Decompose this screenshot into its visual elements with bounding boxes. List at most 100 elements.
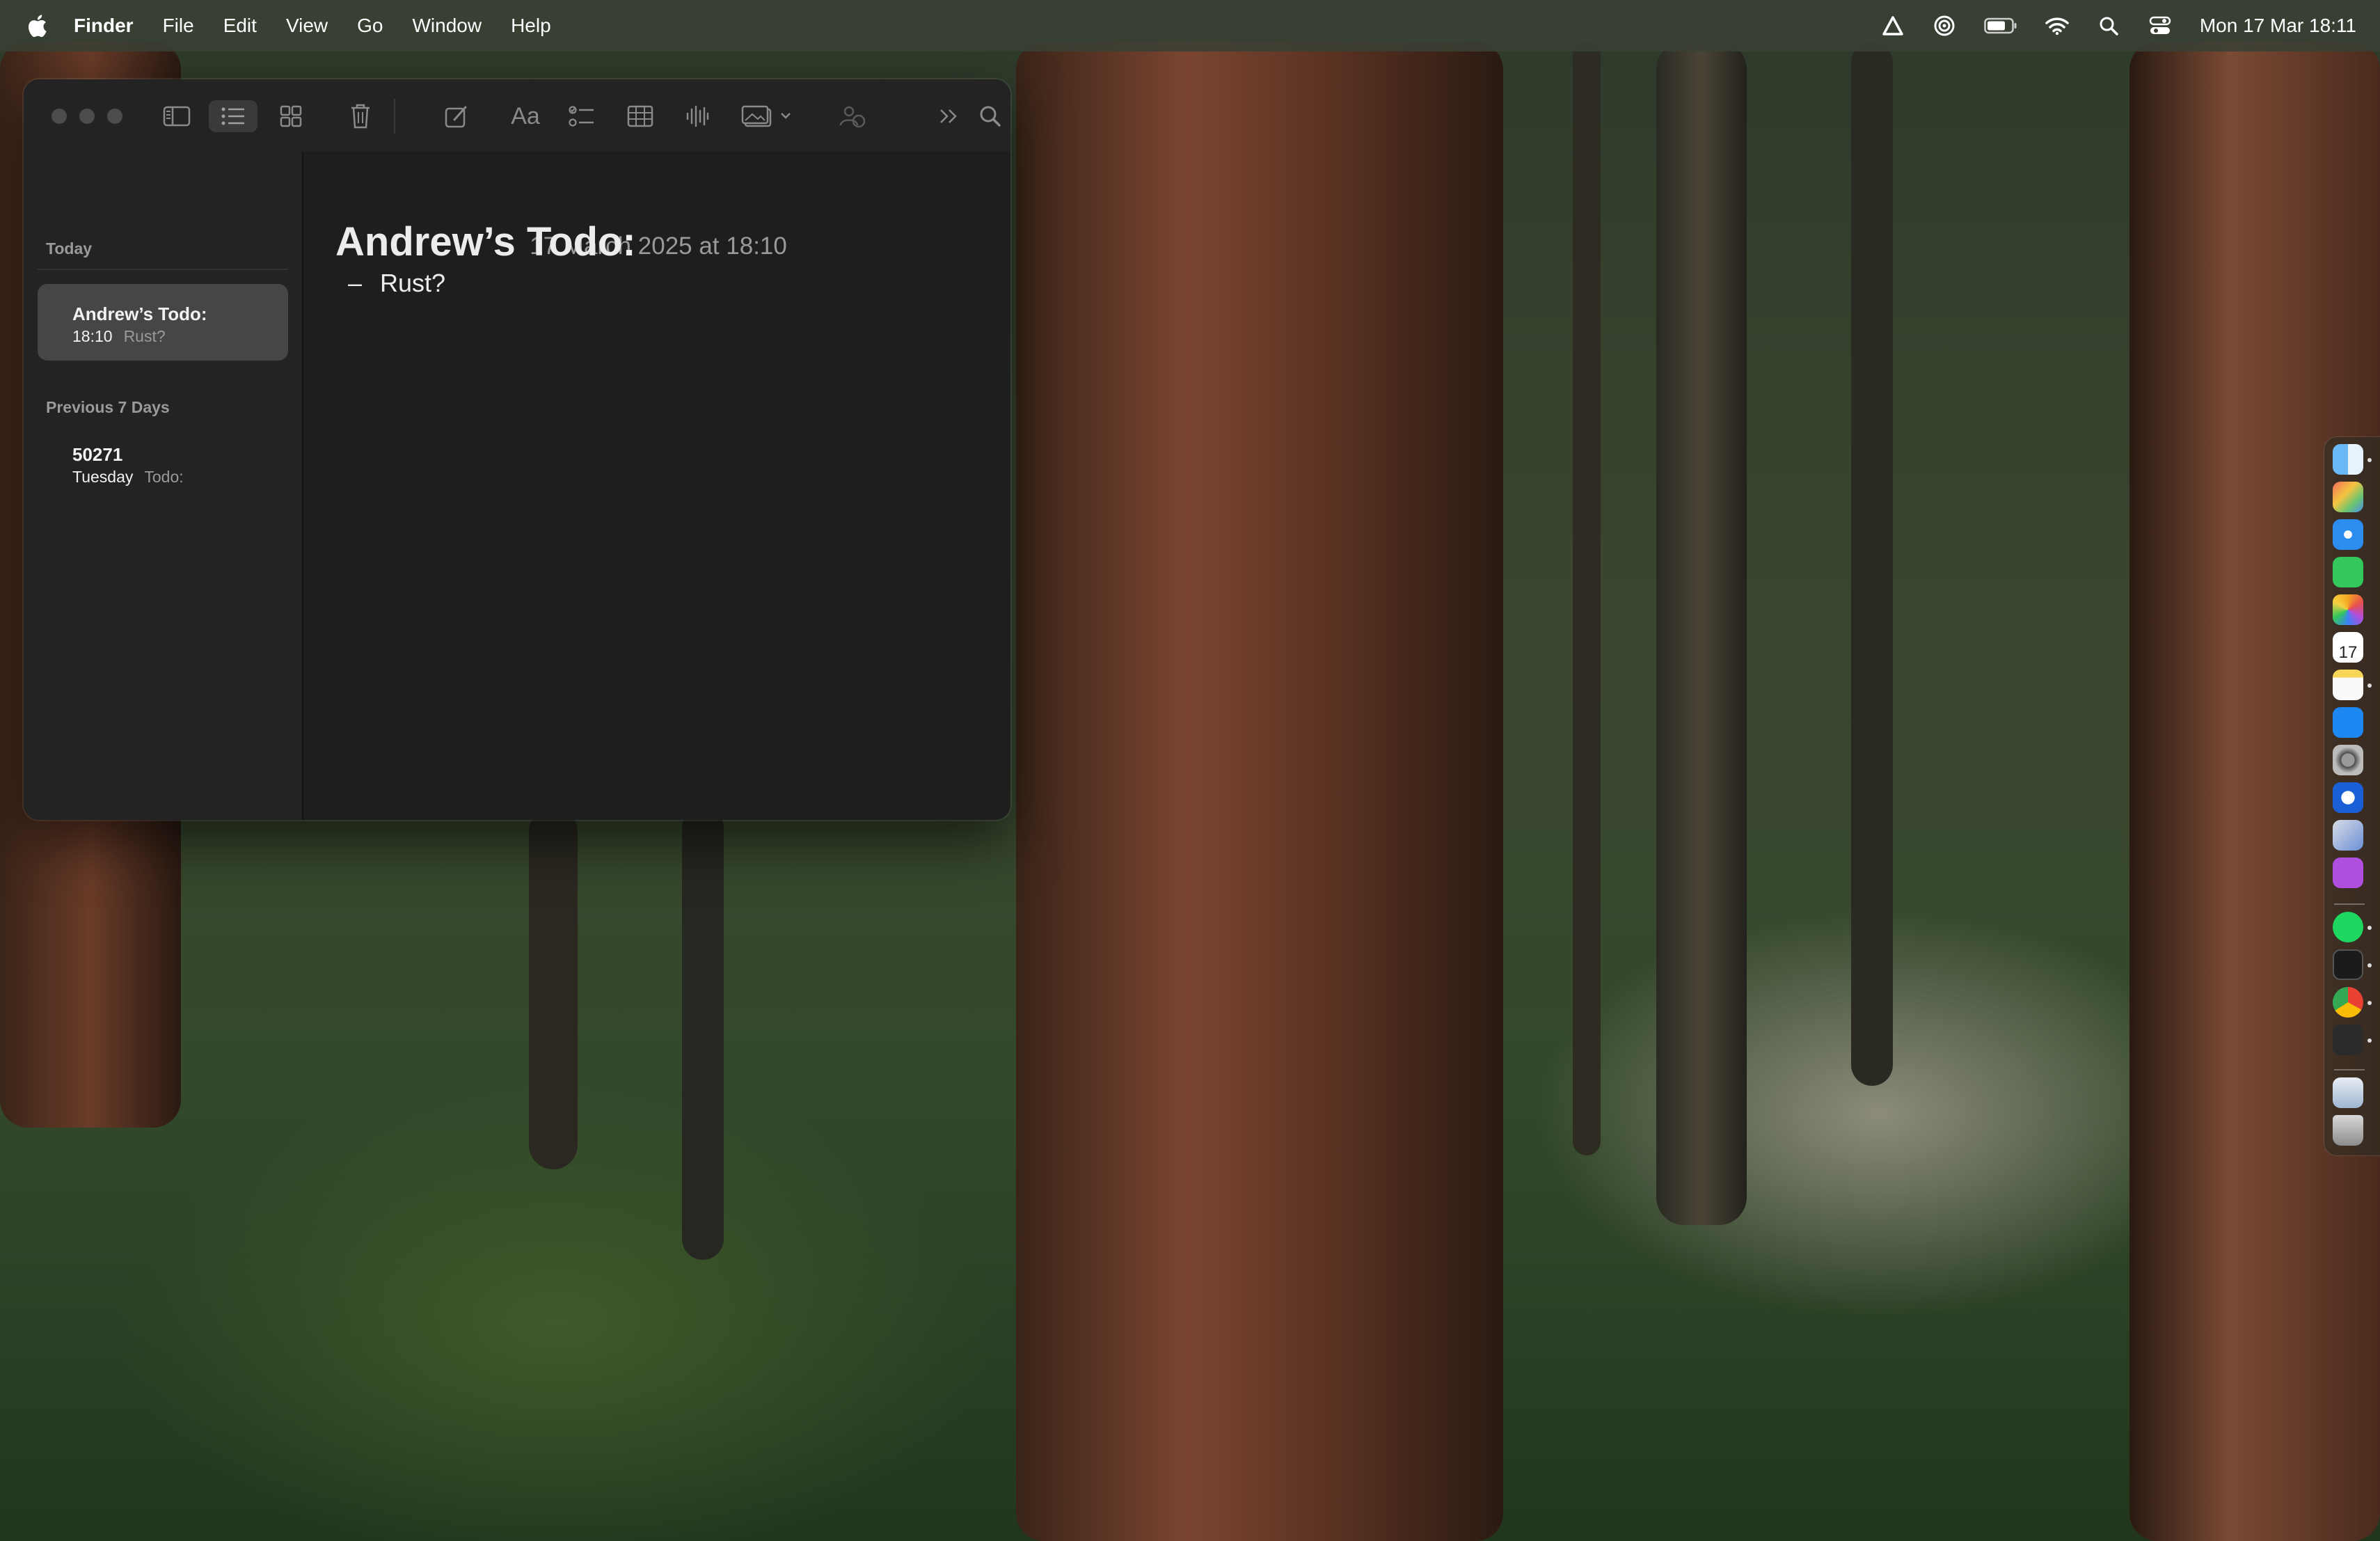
tree-trunk <box>529 807 578 1169</box>
format-button[interactable]: Aa <box>502 100 548 132</box>
compose-button[interactable] <box>436 100 477 132</box>
running-indicator <box>2367 683 2372 688</box>
tree-trunk <box>1573 42 1601 1155</box>
dock-separator <box>2334 1069 2365 1070</box>
notes-toolbar: Aa <box>24 79 1010 153</box>
gallery-view-icon <box>280 105 302 127</box>
messages-icon[interactable] <box>2333 557 2363 587</box>
note-meta: 18:10 Rust? <box>72 327 166 346</box>
menu-help[interactable]: Help <box>511 15 551 37</box>
tree-trunk <box>1016 42 1503 1541</box>
safari-icon[interactable] <box>2333 519 2363 550</box>
notes-window: Aa Today Andrew’s Todo: 18:10 Rust? Prev… <box>24 79 1010 820</box>
collaborate-button[interactable] <box>832 100 874 132</box>
calendar-day: 17 <box>2338 643 2358 662</box>
unity-icon[interactable] <box>2333 1025 2363 1055</box>
audio-button[interactable] <box>676 100 718 132</box>
note-heading[interactable]: Andrew’s Todo: <box>335 219 636 265</box>
airdrop-icon[interactable] <box>1933 14 1956 38</box>
search-icon <box>980 106 1001 127</box>
note-meta: Tuesday Todo: <box>72 468 184 487</box>
running-indicator <box>2367 963 2372 967</box>
terminal-icon[interactable] <box>2333 949 2363 980</box>
downloads-folder-icon[interactable] <box>2333 1077 2363 1108</box>
menu-view[interactable]: View <box>286 15 328 37</box>
1password-icon[interactable] <box>2333 782 2363 813</box>
menu-go[interactable]: Go <box>357 15 383 37</box>
gallery-view-button[interactable] <box>270 100 312 132</box>
media-button[interactable] <box>736 100 799 132</box>
notes-icon[interactable] <box>2333 670 2363 700</box>
bullet-text: Rust? <box>380 269 446 297</box>
menu-edit[interactable]: Edit <box>223 15 257 37</box>
toolbar-divider <box>394 99 395 134</box>
dock-separator <box>2334 903 2365 905</box>
checklist-button[interactable] <box>561 100 603 132</box>
dock: 17 <box>2324 437 2380 1155</box>
finder-icon[interactable] <box>2333 444 2363 475</box>
table-icon <box>627 105 653 127</box>
note-preview: Rust? <box>123 327 166 345</box>
app-store-icon[interactable] <box>2333 707 2363 738</box>
list-view-button[interactable] <box>209 100 257 132</box>
chrome-icon[interactable] <box>2333 987 2363 1018</box>
tree-trunk <box>1656 42 1747 1225</box>
running-indicator <box>2367 1001 2372 1005</box>
running-indicator <box>2367 926 2372 930</box>
note-time: 18:10 <box>72 327 113 345</box>
menu-file[interactable]: File <box>163 15 194 37</box>
menu-bar-status-area: Mon 17 Mar 18:11 <box>1881 0 2356 52</box>
wifi-icon[interactable] <box>2045 14 2069 38</box>
battery-icon[interactable] <box>1984 14 2017 38</box>
note-title: Andrew’s Todo: <box>72 303 207 324</box>
system-settings-icon[interactable] <box>2333 745 2363 775</box>
podcasts-icon[interactable] <box>2333 858 2363 888</box>
tree-trunk <box>1851 42 1893 1086</box>
bullet-marker: – <box>348 269 363 297</box>
vpn-triangle-icon[interactable] <box>1881 14 1905 38</box>
delete-icon <box>351 104 370 129</box>
checklist-icon <box>569 106 594 127</box>
notes-list-sidebar: Today Andrew’s Todo: 18:10 Rust? Previous… <box>24 152 303 820</box>
apple-icon[interactable] <box>26 14 47 38</box>
note-title: 50271 <box>72 444 123 465</box>
media-icon <box>741 105 791 127</box>
sidebar-toggle-button[interactable] <box>156 100 198 132</box>
trash-icon[interactable] <box>2333 1115 2363 1146</box>
minimize-button[interactable] <box>79 109 95 124</box>
format-icon: Aa <box>511 102 540 129</box>
calendar-icon[interactable]: 17 <box>2333 632 2363 663</box>
more-icon <box>940 109 957 123</box>
list-view-icon <box>221 107 244 125</box>
sidebar-toggle-icon <box>163 106 191 127</box>
search-button[interactable] <box>973 100 1008 132</box>
note-list-item[interactable]: Andrew’s Todo: 18:10 Rust? <box>38 284 288 361</box>
delete-button[interactable] <box>340 100 381 132</box>
running-indicator <box>2367 458 2372 462</box>
menu-window[interactable]: Window <box>412 15 482 37</box>
section-divider <box>38 269 288 270</box>
spotlight-icon[interactable] <box>2097 14 2120 38</box>
section-label-today: Today <box>46 239 93 258</box>
launchpad-icon[interactable] <box>2333 482 2363 512</box>
note-bullet-item[interactable]: – Rust? <box>348 269 445 298</box>
close-button[interactable] <box>51 109 67 124</box>
audio-icon <box>686 105 709 127</box>
spotify-icon[interactable] <box>2333 912 2363 942</box>
tree-trunk <box>682 807 724 1260</box>
note-time: Tuesday <box>72 468 134 486</box>
photos-icon[interactable] <box>2333 594 2363 625</box>
collaborate-icon <box>839 106 866 128</box>
xcode-icon[interactable] <box>2333 820 2363 851</box>
zoom-button[interactable] <box>107 109 122 124</box>
running-indicator <box>2367 1038 2372 1043</box>
compose-icon <box>445 106 467 128</box>
section-label-previous-7-days: Previous 7 Days <box>46 398 170 416</box>
control-center-icon[interactable] <box>2148 14 2172 38</box>
note-list-item[interactable]: 50271 Tuesday Todo: <box>38 429 288 505</box>
menu-bar-clock[interactable]: Mon 17 Mar 18:11 <box>2200 15 2356 37</box>
menu-app-name[interactable]: Finder <box>74 15 134 37</box>
note-preview: Todo: <box>144 468 184 486</box>
more-button[interactable] <box>931 100 966 132</box>
table-button[interactable] <box>619 100 661 132</box>
